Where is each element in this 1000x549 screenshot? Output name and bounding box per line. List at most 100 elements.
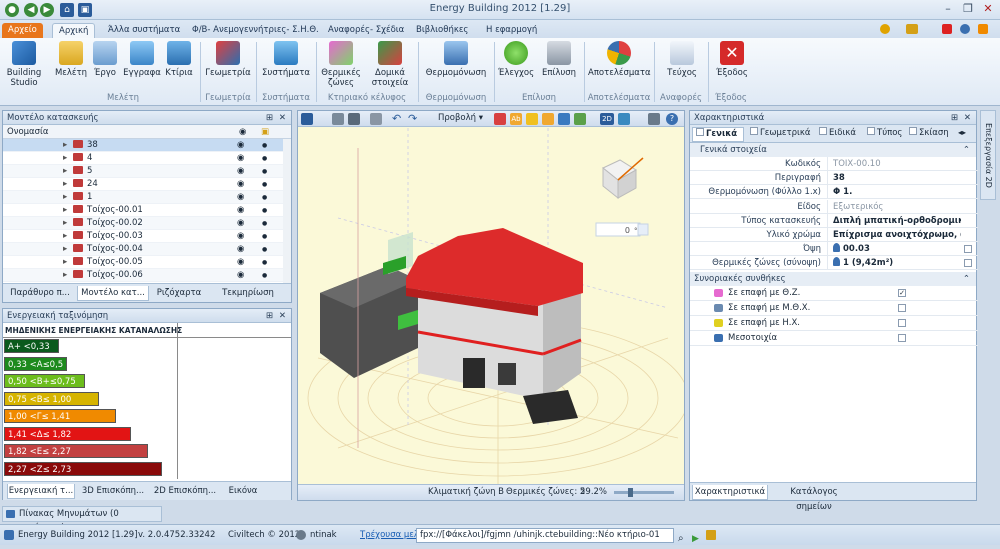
tab-pv-wind-chp[interactable]: Φ/Β- Ανεμογεννήτριες- Σ.Η.Θ. — [186, 23, 325, 38]
info-icon[interactable] — [960, 24, 970, 34]
visibility-icon[interactable]: ◉ — [237, 139, 244, 152]
lock-icon[interactable]: ● — [262, 269, 267, 282]
visibility-icon[interactable]: ◉ — [237, 256, 244, 269]
tab-characteristics[interactable]: Χαρακτηριστικά — [692, 485, 768, 500]
boundary-row[interactable]: Σε επαφή με Μ.Θ.Χ. — [690, 301, 978, 316]
window[interactable] — [498, 363, 516, 385]
property-row[interactable]: Όψη 00.03 — [690, 242, 978, 257]
building-side-wall[interactable] — [543, 288, 581, 400]
tab-home[interactable]: Αρχική — [52, 23, 96, 38]
orientation-cube[interactable] — [602, 157, 644, 200]
tree-scrollbar[interactable] — [283, 139, 291, 283]
boundary-row[interactable]: Σε επαφή με Θ.Ζ. ✓ — [690, 286, 978, 301]
lock-icon[interactable]: ● — [262, 139, 267, 152]
tab-type[interactable]: Τύπος — [864, 127, 904, 142]
zoom-slider-handle[interactable] — [628, 488, 633, 497]
expand-icon[interactable]: ▸ — [63, 230, 67, 243]
tab-tracing[interactable]: Ριζόχαρτα — [151, 286, 207, 301]
messages-tab[interactable]: Πίνακας Μηνυμάτων (0 μηνύματα) — [2, 506, 162, 533]
tabs-scroll-icon[interactable]: ◂▸ — [958, 128, 966, 137]
section-boundary[interactable]: Συνοριακές συνθήκες ⌃ — [690, 272, 976, 286]
building-studio-button[interactable]: Building Studio — [2, 41, 46, 88]
print-icon[interactable] — [370, 113, 382, 125]
expand-icon[interactable]: ▸ — [63, 269, 67, 282]
tree-item[interactable]: ▸ 38 ◉ ● — [3, 139, 288, 152]
results-button[interactable]: Αποτελέσματα — [588, 41, 651, 78]
property-row[interactable]: Περιγραφή 38 — [690, 171, 978, 186]
tab-2d-view[interactable]: 2D Επισκόπη... — [151, 484, 219, 499]
volume-button[interactable]: Τεύχος — [660, 41, 704, 78]
tab-3d-view[interactable]: 3D Επισκόπη... — [79, 484, 147, 499]
lock-icon[interactable]: ● — [262, 191, 267, 204]
camera-icon[interactable] — [648, 113, 660, 125]
angle-dropdown-button[interactable] — [637, 223, 649, 236]
sun-icon[interactable] — [574, 113, 586, 125]
property-checkbox[interactable] — [964, 245, 972, 254]
rss-icon[interactable] — [978, 24, 988, 34]
boundary-checkbox[interactable] — [898, 319, 906, 327]
property-row[interactable]: Κωδικός ΤΟΙΧ-00.10 — [690, 157, 978, 171]
panel-close-icon[interactable]: ✕ — [279, 309, 286, 323]
tree-item[interactable]: ▸ Τοίχος-00.06 ◉ ● — [3, 269, 288, 282]
project-button[interactable]: Έργο — [88, 41, 122, 78]
check-button[interactable]: Έλεγχος — [498, 41, 534, 78]
buildings-button[interactable]: Κτίρια — [162, 41, 196, 78]
collapse-icon[interactable]: ⌃ — [963, 143, 970, 157]
collapse-icon[interactable]: ⌃ — [963, 272, 970, 286]
tree-item[interactable]: ▸ Τοίχος-00.01 ◉ ● — [3, 204, 288, 217]
expand-icon[interactable]: ▸ — [63, 191, 67, 204]
expand-icon[interactable]: ▸ — [63, 152, 67, 165]
lock-icon[interactable]: ● — [262, 204, 267, 217]
tab-image[interactable]: Εικόνα — [223, 484, 263, 499]
expand-icon[interactable]: ▸ — [63, 165, 67, 178]
tab-application[interactable]: Η εφαρμογή — [480, 23, 543, 38]
tab-energy[interactable]: Ενεργειακή τ... — [7, 484, 75, 499]
tree-item[interactable]: ▸ Τοίχος-00.03 ◉ ● — [3, 230, 288, 243]
side-tab-2d-edit[interactable]: Επεξεργασία 2D — [980, 110, 996, 200]
lock-icon[interactable]: ● — [262, 165, 267, 178]
tree-item[interactable]: ▸ 5 ◉ ● — [3, 165, 288, 178]
tree-item[interactable]: ▸ Τοίχος-00.04 ◉ ● — [3, 243, 288, 256]
panel-close-icon[interactable]: ✕ — [964, 111, 971, 125]
expand-icon[interactable]: ▸ — [63, 243, 67, 256]
3d-viewport[interactable]: ↶ ↷ Προβολή ▾ Ab 2D ? 0 ° Κλιματική ζώνη… — [297, 110, 685, 501]
tree-item[interactable]: ▸ Τοίχος-00.02 ◉ ● — [3, 217, 288, 230]
visibility-icon[interactable]: ◉ — [237, 152, 244, 165]
visibility-icon[interactable]: ◉ — [237, 165, 244, 178]
door[interactable] — [463, 358, 485, 388]
balcony[interactable] — [523, 390, 578, 424]
lock-icon[interactable]: ● — [262, 152, 267, 165]
tab-geometric[interactable]: Γεωμετρικά — [747, 127, 813, 142]
property-checkbox[interactable] — [964, 259, 972, 268]
section-general[interactable]: Γενικά στοιχεία ⌃ — [690, 143, 976, 157]
layer-icon[interactable] — [494, 113, 506, 125]
check-view-icon[interactable] — [618, 113, 630, 125]
undo-icon[interactable]: ↶ — [392, 112, 401, 125]
redo-icon[interactable]: ↷ — [408, 112, 417, 125]
search-icon[interactable]: ⌕ — [678, 529, 684, 549]
study-button[interactable]: Μελέτη — [54, 41, 88, 78]
expand-icon[interactable]: ▸ — [63, 139, 67, 152]
pin-icon[interactable]: ⊞ — [266, 309, 273, 323]
documents-button[interactable]: Εγγραφα — [122, 41, 162, 78]
tree-item[interactable]: ▸ 4 ◉ ● — [3, 152, 288, 165]
property-row[interactable]: Τύπος κατασκευής Διπλή μπατική-ορθοδρομικ… — [690, 213, 978, 228]
key-icon[interactable] — [906, 24, 918, 34]
tab-other-systems[interactable]: Άλλα συστήματα — [102, 23, 186, 38]
tab-window[interactable]: Παράθυρο π... — [7, 286, 73, 301]
boundary-row[interactable]: Μεσοτοιχία — [690, 331, 978, 346]
visibility-icon[interactable]: ◉ — [237, 243, 244, 256]
copy-icon[interactable] — [332, 113, 344, 125]
tree-item[interactable]: ▸ 24 ◉ ● — [3, 178, 288, 191]
lock-icon[interactable]: ● — [262, 230, 267, 243]
tab-libraries[interactable]: Βιβλιοθήκες — [410, 23, 474, 38]
building-3d-scene[interactable]: 0 ° — [298, 128, 684, 484]
property-row[interactable]: Είδος Εξωτερικός — [690, 199, 978, 214]
study-path-field[interactable]: fpx://[Φάκελοι]/fgjmn /uhinjk.ctebuildin… — [416, 528, 674, 543]
restore-button[interactable]: ❐ — [960, 2, 976, 16]
view-dropdown[interactable]: Προβολή ▾ — [438, 113, 483, 123]
visibility-icon[interactable]: ◉ — [237, 178, 244, 191]
go-icon[interactable]: ▶ — [692, 529, 699, 549]
labels-icon[interactable]: Ab — [510, 113, 522, 125]
tab-points-list[interactable]: Κατάλογος σημείων — [774, 485, 854, 512]
